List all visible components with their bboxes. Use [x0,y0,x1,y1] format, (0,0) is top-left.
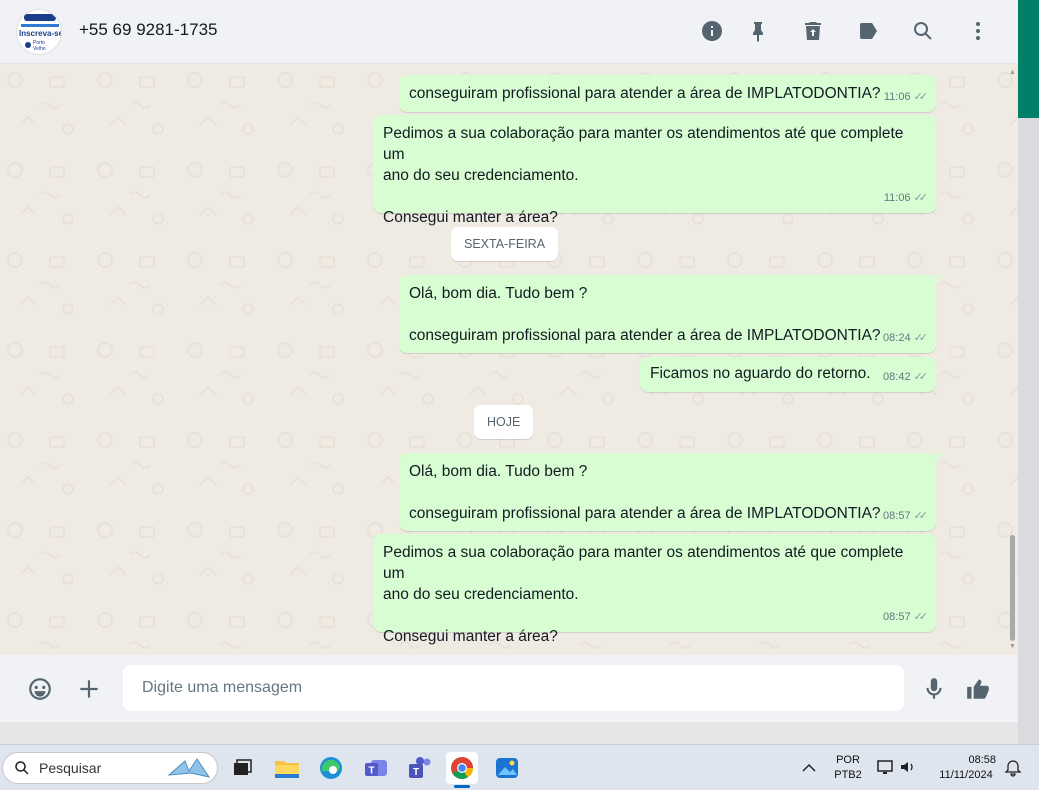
message-meta: 08:57 ✓✓ [883,607,928,628]
network-icon[interactable] [876,757,896,777]
keyboard-layout: PTB2 [834,769,862,781]
chat-header: Inscreva-se! Porto Velho +55 69 9281-173… [0,0,1018,64]
avatar-stripe [21,24,59,27]
avatar-location: Porto Velho [33,40,46,52]
message-input[interactable] [123,665,904,711]
scrollbar-thumb[interactable] [1010,535,1015,641]
teams-work-icon[interactable]: T [404,752,436,784]
message-bubble-outgoing[interactable]: Ficamos no aguardo do retorno. 08:42 ✓✓ [640,357,936,392]
active-app-indicator [454,785,470,788]
message-time: 11:06 [883,192,911,204]
message-text: Pedimos a sua colaboração para manter os… [383,544,904,645]
date-separator: HOJE [474,405,534,439]
info-icon[interactable] [698,17,726,45]
message-text: conseguiram profissional para atender a … [409,85,881,102]
microphone-icon[interactable] [918,673,950,705]
message-bubble-outgoing[interactable]: Olá, bom dia. Tudo bem ? conseguiram pro… [399,275,943,353]
message-time: 08:42 [883,371,911,383]
message-text: Olá, bom dia. Tudo bem ? conseguiram pro… [409,463,881,522]
read-receipt-icon: ✓✓ [913,371,929,383]
chrome-browser-icon[interactable] [446,752,478,788]
location-pin-icon [25,42,31,48]
read-receipt-icon: ✓✓ [913,332,929,344]
contact-name[interactable]: +55 69 9281-1735 [79,20,218,40]
message-bubble-outgoing[interactable]: Olá, bom dia. Tudo bem ? conseguiram pro… [399,453,943,531]
origami-bird-icon [167,758,211,778]
message-text: Olá, bom dia. Tudo bem ? conseguiram pro… [409,285,881,344]
label-icon[interactable] [854,17,882,45]
language-code: POR [836,754,860,766]
task-view-icon[interactable] [226,752,258,784]
scroll-down-icon[interactable]: ▼ [1009,643,1016,650]
emoji-icon[interactable] [24,673,56,705]
message-meta: 11:06 ✓✓ [884,188,928,209]
message-time: 08:57 [883,510,911,522]
read-receipt-icon: ✓✓ [913,192,929,204]
delete-icon[interactable] [799,17,827,45]
taskbar-search[interactable]: Pesquisar [2,752,218,784]
search-icon [15,761,29,775]
read-receipt-icon: ✓✓ [913,510,929,522]
date-separator: SEXTA-FEIRA [451,227,559,261]
show-hidden-icons-chevron-icon[interactable] [800,759,820,779]
windows-taskbar: Pesquisar T T POR PTB2 08:58 11/11/2024 [0,744,1039,790]
clock-date: 11/11/2024 [939,769,993,781]
chat-scrollbar[interactable]: ▲ ▼ [1007,65,1017,655]
attach-plus-icon[interactable] [73,673,105,705]
message-text: Pedimos a sua colaboração para manter os… [383,125,904,226]
svg-text:T: T [413,767,419,778]
volume-icon[interactable] [898,757,918,777]
search-icon[interactable] [909,17,937,45]
thumbs-up-icon[interactable] [962,673,994,705]
message-bubble-outgoing[interactable]: Pedimos a sua colaboração para manter os… [373,534,936,645]
svg-text:T: T [368,766,374,777]
file-explorer-icon[interactable] [271,752,303,784]
teams-icon[interactable]: T [360,752,392,784]
search-label: Pesquisar [39,760,102,776]
read-receipt-icon: ✓✓ [913,91,929,103]
message-time: 08:24 [883,332,911,344]
chat-history[interactable]: conseguiram profissional para atender a … [0,65,1018,655]
message-meta: 08:57 ✓✓ [883,506,928,527]
contact-avatar[interactable]: Inscreva-se! Porto Velho [16,9,62,55]
menu-icon[interactable] [964,17,992,45]
message-time: 08:57 [883,611,911,623]
message-meta: 08:42 ✓✓ [883,367,928,388]
whatsapp-window: Inscreva-se! Porto Velho +55 69 9281-173… [0,0,1018,722]
message-meta: 11:06 ✓✓ [884,87,928,108]
accent-bar [1018,0,1039,118]
clock-time: 08:58 [968,754,996,766]
message-time: 11:06 [883,91,911,103]
pin-icon[interactable] [744,17,772,45]
avatar-logo-bar [24,14,56,21]
side-panel-strip [1018,0,1039,744]
message-bubble-outgoing[interactable]: Pedimos a sua colaboração para manter os… [373,115,936,226]
notification-bell-icon[interactable] [1004,759,1024,779]
photos-icon[interactable] [491,752,523,784]
message-meta: 08:24 ✓✓ [883,328,928,349]
input-language[interactable]: POR PTB2 [830,753,866,783]
avatar-text: Inscreva-se! [19,29,62,38]
clock[interactable]: 08:58 11/11/2024 [928,753,1004,783]
read-receipt-icon: ✓✓ [913,611,929,623]
edge-browser-icon[interactable] [315,752,347,784]
scroll-up-icon[interactable]: ▲ [1009,69,1016,76]
message-composer [0,655,1018,722]
message-bubble-outgoing[interactable]: conseguiram profissional para atender a … [399,75,936,112]
